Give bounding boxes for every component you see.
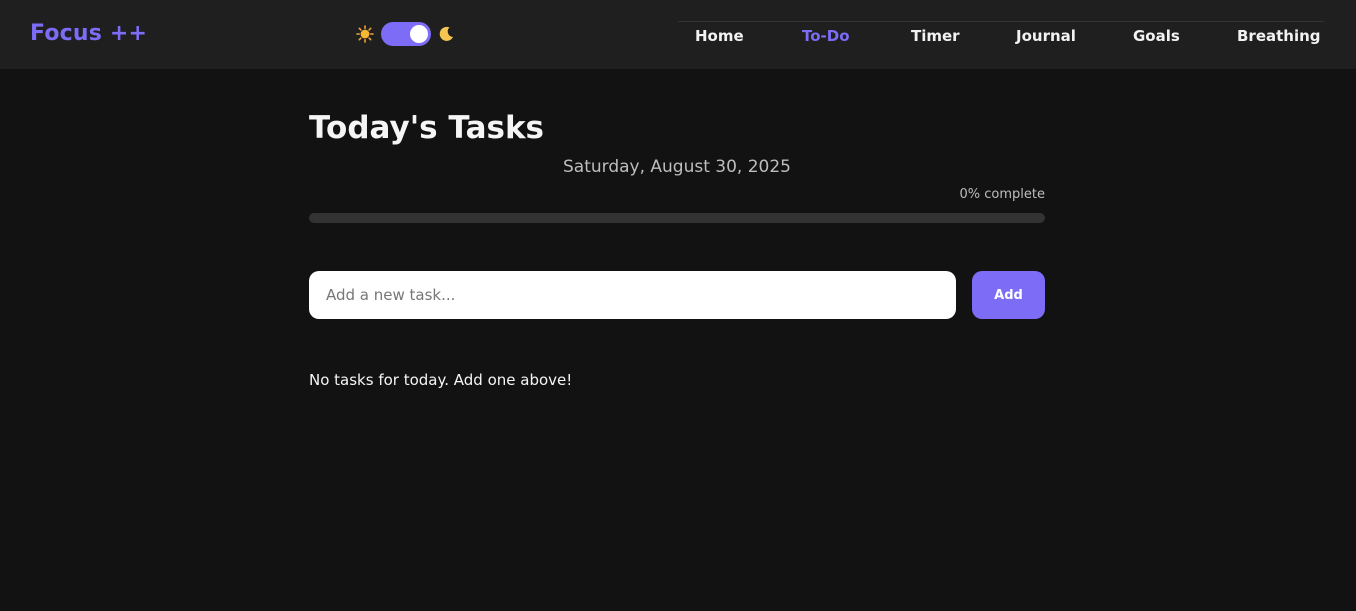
app-logo[interactable]: Focus ++ [30, 21, 147, 46]
page-title: Today's Tasks [309, 110, 545, 146]
progress-label: 0% complete [959, 187, 1045, 202]
moon-icon [439, 26, 453, 41]
main-nav: Home To-Do Timer Journal Goals Breathing [678, 21, 1324, 51]
sun-icon [356, 25, 374, 43]
top-navbar: Focus ++ Home To-Do Timer Journal Goals … [0, 0, 1356, 69]
current-date: Saturday, August 30, 2025 [562, 157, 791, 177]
nav-journal[interactable]: Journal [1016, 27, 1076, 45]
add-task-button[interactable]: Add [972, 271, 1045, 319]
theme-switch[interactable] [381, 22, 431, 46]
nav-timer[interactable]: Timer [911, 27, 960, 45]
empty-tasks-message: No tasks for today. Add one above! [309, 371, 573, 389]
nav-home[interactable]: Home [695, 27, 744, 45]
nav-goals[interactable]: Goals [1133, 27, 1180, 45]
theme-toggle[interactable] [356, 21, 455, 47]
nav-todo[interactable]: To-Do [802, 27, 850, 45]
nav-breathing[interactable]: Breathing [1237, 27, 1321, 45]
theme-switch-knob[interactable] [410, 25, 428, 43]
new-task-input[interactable] [309, 271, 956, 319]
progress-bar [309, 213, 1045, 223]
